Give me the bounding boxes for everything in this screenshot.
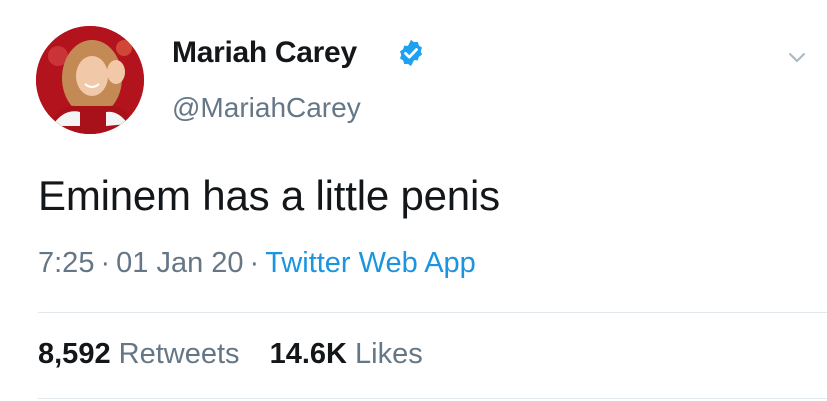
tweet-card: Mariah Carey @MariahCarey Eminem has a l… [0,0,827,401]
likes-stat[interactable]: 14.6K Likes [270,338,423,370]
tweet-text: Eminem has a little penis [38,172,500,219]
avatar-image [36,26,144,134]
retweets-stat[interactable]: 8,592 Retweets [38,338,248,370]
avatar[interactable] [36,26,144,134]
meta-separator: · [249,247,260,279]
username-handle[interactable]: @MariahCarey [172,92,361,124]
tweet-metadata: 7:25 · 01 Jan 20 · Twitter Web App [38,247,476,280]
likes-label: Likes [355,338,423,370]
chevron-down-icon[interactable] [786,46,808,68]
display-name[interactable]: Mariah Carey [172,36,357,70]
tweet-source-link[interactable]: Twitter Web App [265,247,476,279]
retweets-label: Retweets [118,338,240,370]
verified-badge-icon [400,39,422,67]
divider [38,312,827,313]
meta-separator: · [100,247,111,279]
tweet-stats: 8,592 Retweets 14.6K Likes [38,338,445,371]
tweet-time[interactable]: 7:25 [38,247,94,279]
divider [38,398,827,399]
retweets-count: 8,592 [38,338,111,370]
tweet-date[interactable]: 01 Jan 20 [116,247,243,279]
likes-count: 14.6K [269,338,347,370]
